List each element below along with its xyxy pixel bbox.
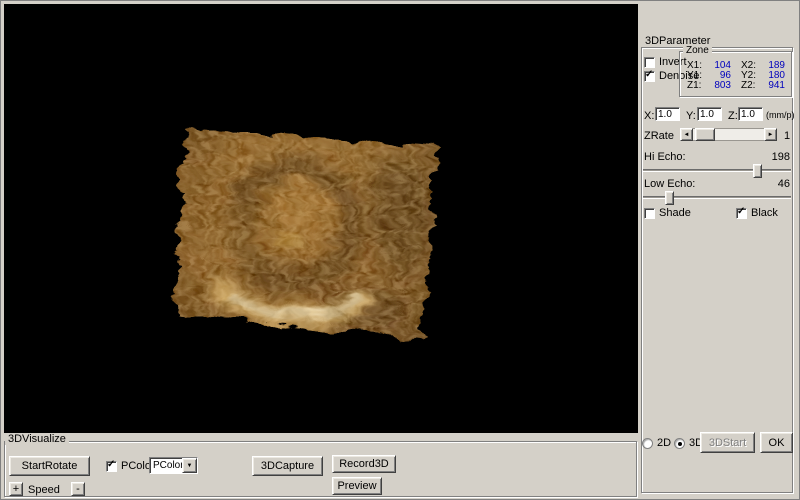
black-checkbox-row[interactable]: ✓ Black [736, 207, 778, 219]
zone-z1-value: 803 [705, 81, 731, 91]
pcolor-checkbox-row[interactable]: ✓ PColor [106, 460, 155, 472]
zrate-value: 1 [784, 130, 790, 142]
start-rotate-button[interactable]: StartRotate [9, 456, 90, 476]
speed-minus-button[interactable]: - [71, 482, 85, 496]
y-scale-label: Y: [686, 110, 696, 122]
ultrasound-volume-image [4, 4, 638, 433]
hi-echo-slider-thumb[interactable] [753, 164, 762, 178]
hi-echo-label: Hi Echo: [644, 151, 686, 163]
zrate-label: ZRate [644, 130, 674, 142]
zone-z2-value: 941 [759, 81, 785, 91]
zrate-scrollbar-thumb[interactable] [695, 128, 715, 141]
x-scale-label: X: [644, 110, 654, 122]
mode-3d-radio[interactable] [674, 438, 685, 449]
mode-2d-radio-row[interactable]: 2D [642, 437, 671, 449]
invert-checkbox[interactable]: ✓ [644, 57, 655, 68]
mode-2d-label: 2D [657, 437, 671, 449]
pcolor-dropdown[interactable]: PColor ▼ [149, 457, 198, 474]
zrate-right-arrow-icon[interactable]: ► [764, 128, 777, 141]
app-window: 3DParameter ✓ Invert ✓ Denoise Zone X1: … [0, 0, 800, 500]
low-echo-label: Low Echo: [644, 178, 695, 190]
zrate-scrollbar[interactable]: ◄ ► [680, 128, 777, 141]
shade-checkbox-row[interactable]: ✓ Shade [644, 207, 691, 219]
zone-row-z: Z1: 803 Z2: 941 [683, 81, 791, 91]
mode-2d-radio[interactable] [642, 438, 653, 449]
shade-label: Shade [659, 207, 691, 219]
parameter-panel: 3DParameter ✓ Invert ✓ Denoise Zone X1: … [638, 4, 798, 498]
visualize-panel-title: 3DVisualize [5, 433, 69, 445]
pcolor-checkbox[interactable]: ✓ [106, 461, 117, 472]
hi-echo-slider-track[interactable] [643, 169, 791, 172]
zone-z1-label: Z1: [687, 81, 701, 91]
black-label: Black [751, 207, 778, 219]
z-scale-input[interactable] [738, 107, 763, 121]
hi-echo-slider[interactable] [643, 164, 791, 178]
zrate-left-arrow-icon[interactable]: ◄ [680, 128, 693, 141]
low-echo-value: 46 [764, 178, 790, 190]
x-scale-input[interactable] [655, 107, 680, 121]
speed-label: Speed [28, 484, 60, 496]
3dstart-button[interactable]: 3DStart [700, 432, 755, 453]
zone-values: X1: 104 X2: 189 Y1: 96 Y2: 180 Z1: 803 Z… [683, 61, 791, 91]
record3d-button[interactable]: Record3D [332, 455, 396, 473]
black-checkbox[interactable]: ✓ [736, 208, 747, 219]
scale-unit-label: (mm/p) [766, 110, 795, 120]
hi-echo-value: 198 [764, 151, 790, 163]
shade-checkbox[interactable]: ✓ [644, 208, 655, 219]
y-scale-input[interactable] [697, 107, 722, 121]
ok-button[interactable]: OK [760, 432, 793, 453]
denoise-checkbox[interactable]: ✓ [644, 71, 655, 82]
zone-label: Zone [683, 45, 712, 56]
3dcapture-button[interactable]: 3DCapture [252, 456, 323, 476]
zone-z2-label: Z2: [741, 81, 755, 91]
check-icon: ✓ [645, 69, 653, 80]
low-echo-slider-thumb[interactable] [665, 191, 674, 205]
low-echo-slider[interactable] [643, 191, 791, 205]
dropdown-arrow-icon[interactable]: ▼ [182, 458, 197, 473]
check-icon: ✓ [107, 459, 115, 470]
preview-button[interactable]: Preview [332, 477, 382, 495]
render-viewport[interactable] [4, 4, 638, 433]
check-icon: ✓ [737, 206, 745, 217]
mode-3d-radio-row[interactable]: 3D [674, 437, 703, 449]
pcolor-dropdown-value: PColor [153, 460, 184, 471]
z-scale-label: Z: [728, 110, 738, 122]
speed-plus-button[interactable]: + [9, 482, 23, 496]
